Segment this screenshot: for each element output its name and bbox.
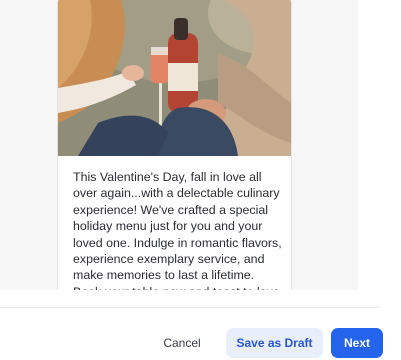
post-image [58, 0, 291, 156]
save-as-draft-button[interactable]: Save as Draft [226, 328, 323, 358]
post-body-text: This Valentine's Day, fall in love all o… [73, 170, 282, 290]
right-gutter [358, 0, 401, 290]
next-button[interactable]: Next [331, 328, 383, 358]
dialog-footer: Cancel Save as Draft Next [0, 290, 401, 360]
champagne-couple-photo [58, 0, 291, 156]
cancel-button[interactable]: Cancel [148, 328, 216, 358]
footer-divider [0, 307, 380, 308]
post-preview-card: This Valentine's Day, fall in love all o… [57, 0, 292, 290]
preview-scroll-area[interactable]: This Valentine's Day, fall in love all o… [0, 0, 401, 290]
